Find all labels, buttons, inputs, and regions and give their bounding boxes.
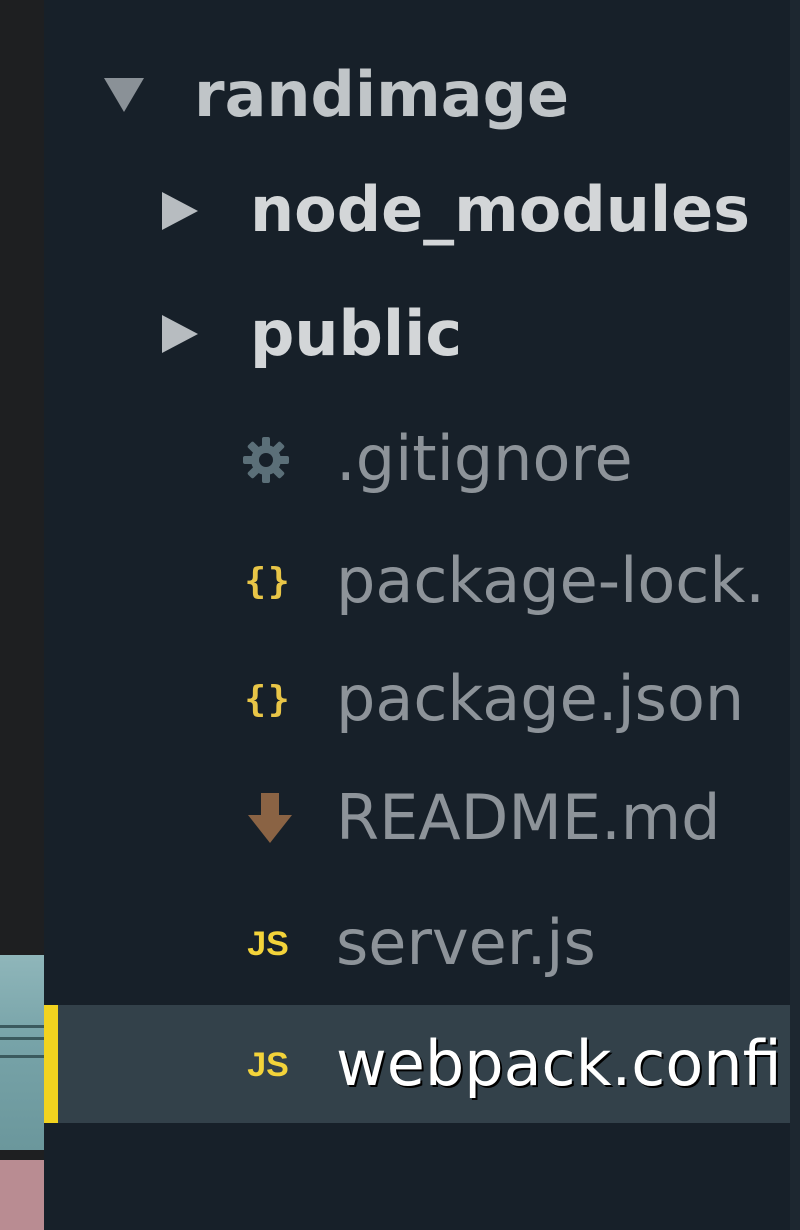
folder-label-public: public (250, 297, 463, 370)
tree-file-package-lock[interactable]: {} package-lock. (44, 520, 790, 638)
folder-label-node-modules: node_modules (250, 173, 751, 246)
file-label-package-json: package.json (336, 662, 745, 735)
json-braces-icon: {} (244, 678, 292, 720)
file-tree-panel: randimage node_modules public .gitignore… (44, 0, 800, 1230)
tree-folder-root[interactable]: randimage (44, 34, 790, 152)
markdown-down-arrow-icon (240, 788, 300, 848)
triangle-right-icon[interactable] (162, 192, 198, 230)
javascript-icon: JS (247, 1045, 289, 1084)
tree-file-webpack-config[interactable]: JS webpack.confi (44, 1005, 790, 1123)
editor-gutter-strip (0, 0, 44, 1230)
json-braces-icon: {} (244, 560, 292, 602)
folder-label-root: randimage (194, 58, 570, 131)
gear-icon (236, 430, 296, 490)
minimap-fragment (0, 955, 44, 1150)
tree-folder-public[interactable]: public (44, 275, 790, 393)
triangle-right-icon[interactable] (162, 315, 198, 353)
file-label-server-js: server.js (336, 906, 596, 979)
minimap-fragment-pink (0, 1160, 44, 1230)
tree-file-package-json[interactable]: {} package.json (44, 638, 790, 756)
triangle-down-icon[interactable] (104, 78, 144, 112)
tree-file-server-js[interactable]: JS server.js (44, 884, 790, 1002)
file-label-webpack-config: webpack.confi (336, 1027, 782, 1100)
panel-resize-edge[interactable] (790, 0, 800, 1230)
javascript-icon: JS (247, 924, 289, 963)
file-label-package-lock: package-lock. (336, 544, 765, 617)
tree-file-gitignore[interactable]: .gitignore (44, 398, 790, 516)
editor-window: randimage node_modules public .gitignore… (0, 0, 800, 1230)
file-label-gitignore: .gitignore (336, 422, 633, 495)
file-label-readme: README.md (336, 781, 721, 854)
tree-file-readme[interactable]: README.md (44, 757, 790, 875)
tree-folder-node-modules[interactable]: node_modules (44, 153, 790, 271)
